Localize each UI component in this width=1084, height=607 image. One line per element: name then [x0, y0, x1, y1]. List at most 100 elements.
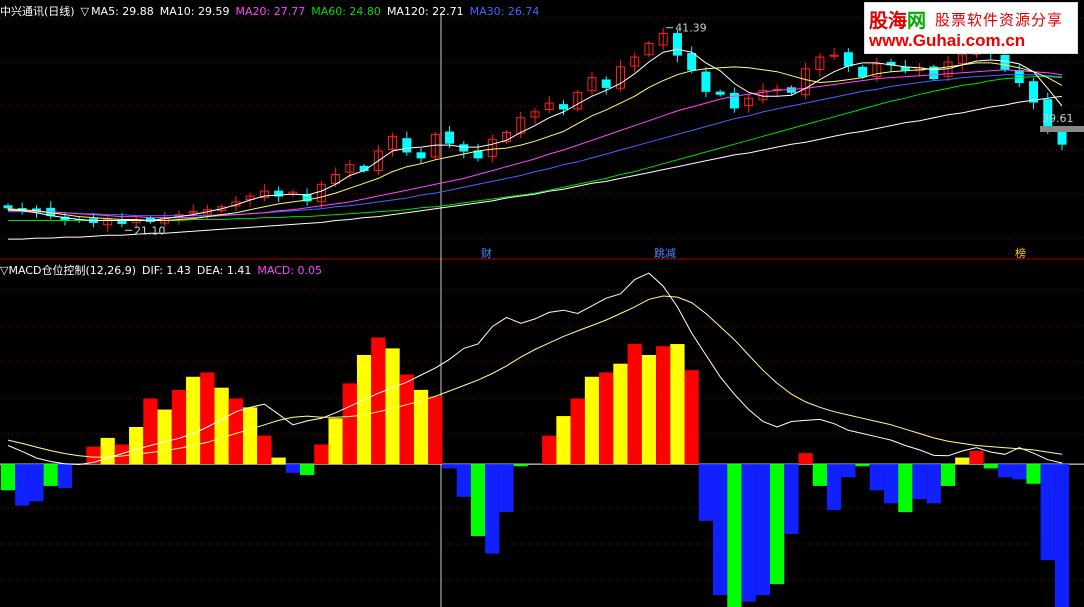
ma5-line: [7, 48, 1063, 221]
macd-hist-bar: [485, 464, 500, 554]
macd-panel-header: ▽MACD仓位控制(12,26,9) DIF: 1.43 DEA: 1.41 MACD…: [0, 262, 328, 278]
macd-hist-bar: [570, 398, 585, 465]
last-price-label: 39.61: [1042, 112, 1074, 125]
candle-body: [459, 144, 469, 152]
macd-hist-bar: [499, 464, 514, 513]
macd-hist-bar: [755, 464, 771, 596]
macd-title: MACD仓位控制: [8, 264, 86, 277]
logo-tagline: 股票软件资源分享: [935, 11, 1064, 29]
macd-hist-bar: [556, 416, 571, 465]
candle-body: [416, 152, 426, 159]
macd-hist-bar: [328, 418, 343, 465]
macd-hist-bar: [314, 444, 329, 465]
candle-body: [402, 138, 412, 153]
macd-hist-bar: [770, 464, 785, 585]
macd-hist-bar: [356, 354, 372, 465]
macd-hist-bar: [613, 363, 628, 465]
macd-hist-bar: [784, 464, 799, 534]
event-marker-exright[interactable]: 跳减: [654, 245, 676, 261]
macd-value: MACD: 0.05: [257, 264, 323, 277]
macd-hist-bar: [86, 446, 101, 465]
candle-body: [445, 131, 455, 144]
candle-body: [715, 91, 725, 95]
macd-hist-bar: [57, 464, 73, 489]
ma20-line: [8, 69, 1063, 219]
candle-body: [672, 33, 682, 56]
macd-hist-bar: [129, 426, 144, 465]
candle-body: [687, 53, 697, 71]
macd-hist-bar: [171, 389, 187, 465]
last-price-bar: [1040, 126, 1084, 132]
macd-hist-bar: [513, 464, 528, 467]
price-panel-header: 中兴通讯(日线) ▽ MA5: 29.88 MA10: 29.59 MA20: 27.7…: [0, 3, 545, 19]
macd-hist-bar: [670, 344, 685, 465]
header-toggle-icon[interactable]: ▽: [81, 5, 89, 18]
macd-hist-bar: [470, 464, 486, 537]
ma30-value: MA30: 26.74: [469, 5, 540, 18]
macd-hist-bar: [428, 396, 443, 465]
macd-hist-bar: [228, 398, 244, 465]
macd-hist-bar: [542, 435, 557, 465]
macd-hist-bar: [1012, 464, 1027, 480]
macd-hist-bar: [912, 464, 927, 500]
macd-hist-bar: [684, 370, 699, 465]
macd-hist-bar: [1054, 464, 1070, 607]
ma60-line: [8, 76, 1063, 221]
macd-hist-bar: [114, 444, 130, 465]
candle-body: [3, 205, 13, 209]
ma10-value: MA10: 29.59: [159, 5, 230, 18]
event-marker-list[interactable]: 榜: [1015, 245, 1026, 261]
macd-hist-bar: [997, 464, 1013, 478]
macd-hist-bar: [285, 464, 300, 473]
candle-body: [900, 66, 910, 71]
macd-hist-bar: [940, 464, 956, 486]
macd-hist-bar: [713, 464, 728, 596]
candle-body: [1029, 81, 1039, 103]
macd-hist-bar: [442, 464, 457, 469]
chart-stage[interactable]: 41.39 21.10 39.61 中兴通讯(日线) ▽ MA5: 29.88 MA10:…: [0, 0, 1084, 607]
macd-hist-bar: [656, 346, 671, 465]
macd-hist-bar: [214, 387, 229, 465]
candle-body: [1000, 54, 1010, 71]
macd-hist-bar: [812, 464, 827, 486]
chart-canvas[interactable]: 41.39 21.10 39.61: [0, 0, 1084, 607]
macd-hist-bar: [29, 464, 44, 502]
macd-hist-bar: [883, 464, 899, 504]
stock-title: 中兴通讯(日线): [0, 5, 75, 18]
logo-url: www.Guhai.com.cn: [869, 31, 1026, 50]
macd-hist-bar: [342, 383, 357, 465]
candle-body: [601, 79, 611, 88]
macd-hist-bar: [399, 374, 414, 465]
ma5-value: MA5: 29.88: [91, 5, 154, 18]
macd-hist-bar: [727, 464, 742, 607]
macd-hist-bar: [186, 376, 201, 465]
macd-hist-bar: [1040, 464, 1055, 561]
macd-hist-bar: [627, 344, 642, 465]
macd-hist-bar: [200, 372, 215, 465]
ma20-value: MA20: 27.77: [235, 5, 306, 18]
candle-body: [843, 52, 853, 67]
macd-hist-bar: [826, 464, 842, 510]
macd-hist-bar: [456, 464, 471, 497]
macd-hist-bar: [43, 464, 58, 486]
macd-hist-bar: [100, 437, 115, 465]
macd-hist-bar: [0, 464, 16, 491]
candle-body: [701, 71, 711, 92]
event-marker-finance[interactable]: 财: [481, 245, 492, 261]
macd-hist-bar: [983, 464, 998, 469]
dif-value: DIF: 1.43: [142, 264, 191, 277]
dea-value: DEA: 1.41: [196, 264, 252, 277]
logo-brand: 股海网: [869, 10, 927, 32]
macd-hist-bar: [955, 457, 970, 465]
macd-hist-bar: [926, 464, 941, 504]
macd-hist-bar: [798, 453, 813, 465]
macd-hist-bar: [841, 464, 856, 478]
macd-hist-bar: [741, 464, 756, 602]
macd-hist-bar: [898, 464, 913, 513]
macd-hist-bar: [1026, 464, 1041, 484]
candle-body: [558, 104, 568, 110]
macd-hist-bar: [584, 376, 600, 465]
macd-hist-bar: [698, 464, 714, 521]
macd-hist-bar: [15, 464, 30, 506]
macd-hist-bar: [143, 398, 158, 465]
